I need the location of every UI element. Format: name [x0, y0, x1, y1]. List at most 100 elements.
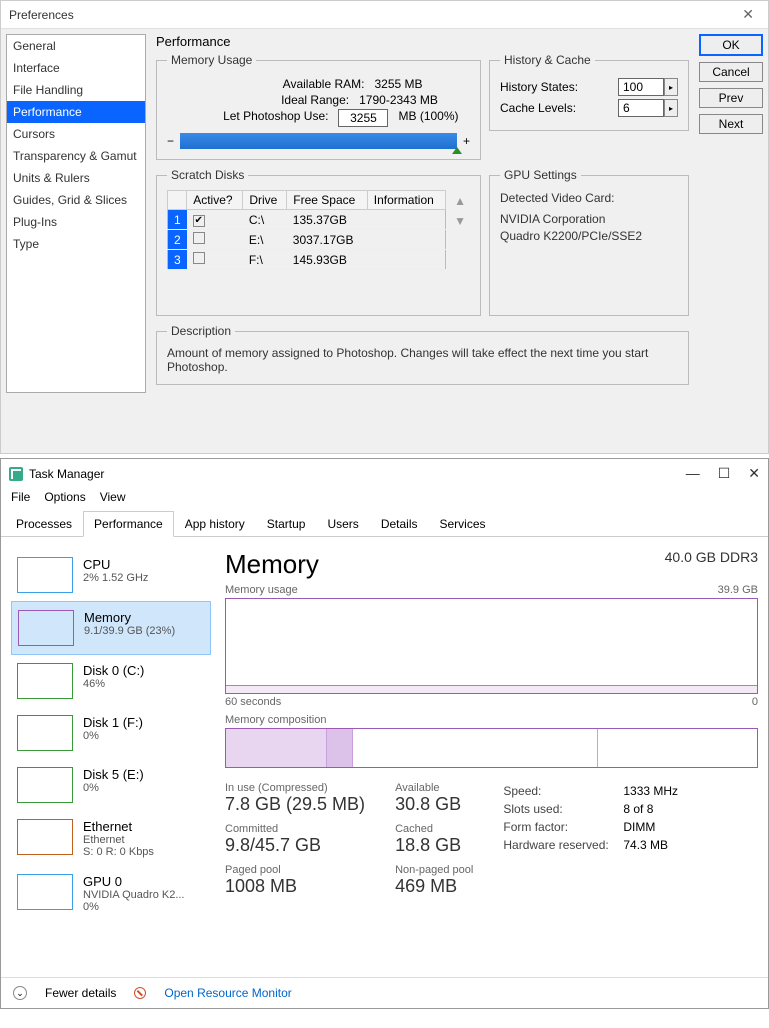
perf-title: Disk 5 (E:) — [83, 767, 144, 782]
gpu-settings-legend: GPU Settings — [500, 168, 581, 182]
slider-minus[interactable]: − — [167, 134, 174, 148]
table-header: Drive — [243, 191, 287, 210]
in-use-value: 7.8 GB (29.5 MB) — [225, 794, 365, 815]
paged-value: 1008 MB — [225, 876, 365, 897]
slider-handle-icon[interactable] — [452, 147, 462, 154]
cache-levels-stepper[interactable]: ▸ — [664, 99, 678, 117]
menu-options[interactable]: Options — [44, 490, 85, 504]
task-manager-icon — [9, 467, 23, 481]
table-row[interactable]: 1✔C:\135.37GB — [168, 210, 446, 230]
table-row[interactable]: 2E:\3037.17GB — [168, 230, 446, 250]
close-icon[interactable]: ✕ — [748, 465, 760, 482]
minimize-icon[interactable]: — — [686, 465, 700, 482]
perf-thumb — [17, 874, 73, 910]
perf-item-cpu[interactable]: CPU2% 1.52 GHz — [11, 549, 211, 601]
sidebar-item-type[interactable]: Type — [7, 233, 145, 255]
table-row[interactable]: 3F:\145.93GB — [168, 250, 446, 270]
prev-button[interactable]: Prev — [699, 88, 763, 108]
sidebar-item-performance[interactable]: Performance — [7, 101, 145, 123]
perf-item-disk-0-c-[interactable]: Disk 0 (C:)46% — [11, 655, 211, 707]
fewer-details-link[interactable]: Fewer details — [45, 986, 116, 1000]
perf-sub2: S: 0 R: 0 Kbps — [83, 846, 154, 858]
preferences-dialog: Preferences ✕ GeneralInterfaceFile Handl… — [0, 0, 769, 454]
let-use-input[interactable] — [338, 109, 388, 127]
tab-services[interactable]: Services — [429, 511, 497, 537]
memory-slider[interactable] — [180, 133, 457, 149]
move-down-icon[interactable]: ▼ — [454, 214, 466, 228]
perf-item-disk-1-f-[interactable]: Disk 1 (F:)0% — [11, 707, 211, 759]
speed-value: 1333 MHz — [623, 784, 678, 798]
committed-label: Committed — [225, 823, 365, 835]
dialog-title: Preferences — [9, 8, 74, 22]
perf-sub: 2% 1.52 GHz — [83, 572, 148, 584]
maximize-icon[interactable]: ☐ — [718, 465, 731, 482]
available-label: Available — [395, 782, 473, 794]
tab-processes[interactable]: Processes — [5, 511, 83, 537]
ideal-range-value: 1790-2343 MB — [359, 93, 438, 107]
perf-item-ethernet[interactable]: EthernetEthernetS: 0 R: 0 Kbps — [11, 811, 211, 866]
sidebar-item-transparency-gamut[interactable]: Transparency & Gamut — [7, 145, 145, 167]
sidebar-item-interface[interactable]: Interface — [7, 57, 145, 79]
sidebar-item-units-rulers[interactable]: Units & Rulers — [7, 167, 145, 189]
ok-button[interactable]: OK — [699, 34, 763, 56]
history-states-stepper[interactable]: ▸ — [664, 78, 678, 96]
tab-users[interactable]: Users — [316, 511, 369, 537]
cancel-button[interactable]: Cancel — [699, 62, 763, 82]
memory-usage-graph — [225, 598, 758, 694]
perf-sub: 0% — [83, 782, 144, 794]
resource-monitor-icon — [134, 987, 146, 999]
sidebar-item-general[interactable]: General — [7, 35, 145, 57]
perf-thumb — [17, 767, 73, 803]
speed-key: Speed: — [503, 782, 623, 800]
close-icon[interactable]: ✕ — [736, 6, 760, 23]
description-text: Amount of memory assigned to Photoshop. … — [167, 346, 678, 374]
history-states-label: History States: — [500, 80, 578, 94]
tab-app-history[interactable]: App history — [174, 511, 256, 537]
memory-usage-legend: Memory Usage — [167, 53, 256, 67]
chevron-down-icon[interactable]: ⌄ — [13, 986, 27, 1000]
let-use-suffix: MB (100%) — [398, 109, 458, 127]
tab-startup[interactable]: Startup — [256, 511, 317, 537]
next-button[interactable]: Next — [699, 114, 763, 134]
table-header: Information — [367, 191, 445, 210]
tm-tabs: ProcessesPerformanceApp historyStartupUs… — [1, 510, 768, 537]
menu-view[interactable]: View — [100, 490, 126, 504]
history-cache-legend: History & Cache — [500, 53, 595, 67]
scratch-disks-table: Active?DriveFree SpaceInformation1✔C:\13… — [167, 190, 446, 270]
tm-main: 40.0 GB DDR3 Memory Memory usage 39.9 GB… — [225, 549, 758, 967]
perf-item-memory[interactable]: Memory9.1/39.9 GB (23%) — [11, 601, 211, 655]
slots-key: Slots used: — [503, 800, 623, 818]
cache-levels-input[interactable] — [618, 99, 664, 117]
open-resource-monitor-link[interactable]: Open Resource Monitor — [164, 986, 291, 1000]
nonpaged-label: Non-paged pool — [395, 864, 473, 876]
sidebar-item-file-handling[interactable]: File Handling — [7, 79, 145, 101]
detected-card-label: Detected Video Card: — [500, 190, 678, 207]
tab-details[interactable]: Details — [370, 511, 429, 537]
history-states-input[interactable] — [618, 78, 664, 96]
composition-label: Memory composition — [225, 714, 326, 726]
sidebar-item-guides-grid-slices[interactable]: Guides, Grid & Slices — [7, 189, 145, 211]
tab-performance[interactable]: Performance — [83, 511, 174, 537]
form-key: Form factor: — [503, 818, 623, 836]
perf-item-gpu-0[interactable]: GPU 0NVIDIA Quadro K2...0% — [11, 866, 211, 921]
scratch-disks-legend: Scratch Disks — [167, 168, 248, 182]
slider-plus[interactable]: + — [463, 134, 470, 148]
hwres-value: 74.3 MB — [623, 838, 668, 852]
perf-thumb — [17, 819, 73, 855]
hwres-key: Hardware reserved: — [503, 836, 623, 854]
tm-title: Task Manager — [29, 467, 104, 481]
table-header — [168, 191, 187, 210]
perf-thumb — [17, 715, 73, 751]
sidebar-item-cursors[interactable]: Cursors — [7, 123, 145, 145]
gpu-vendor: NVIDIA Corporation — [500, 211, 678, 228]
available-ram-value: 3255 MB — [374, 77, 422, 91]
section-heading: Performance — [156, 34, 689, 49]
memory-total: 40.0 GB DDR3 — [665, 549, 758, 565]
memory-usage-group: Memory Usage Available RAM:3255 MB Ideal… — [156, 53, 481, 160]
move-up-icon[interactable]: ▲ — [454, 194, 466, 208]
perf-sub2: 0% — [83, 901, 185, 913]
perf-item-disk-5-e-[interactable]: Disk 5 (E:)0% — [11, 759, 211, 811]
nonpaged-value: 469 MB — [395, 876, 473, 897]
sidebar-item-plug-ins[interactable]: Plug-Ins — [7, 211, 145, 233]
menu-file[interactable]: File — [11, 490, 30, 504]
